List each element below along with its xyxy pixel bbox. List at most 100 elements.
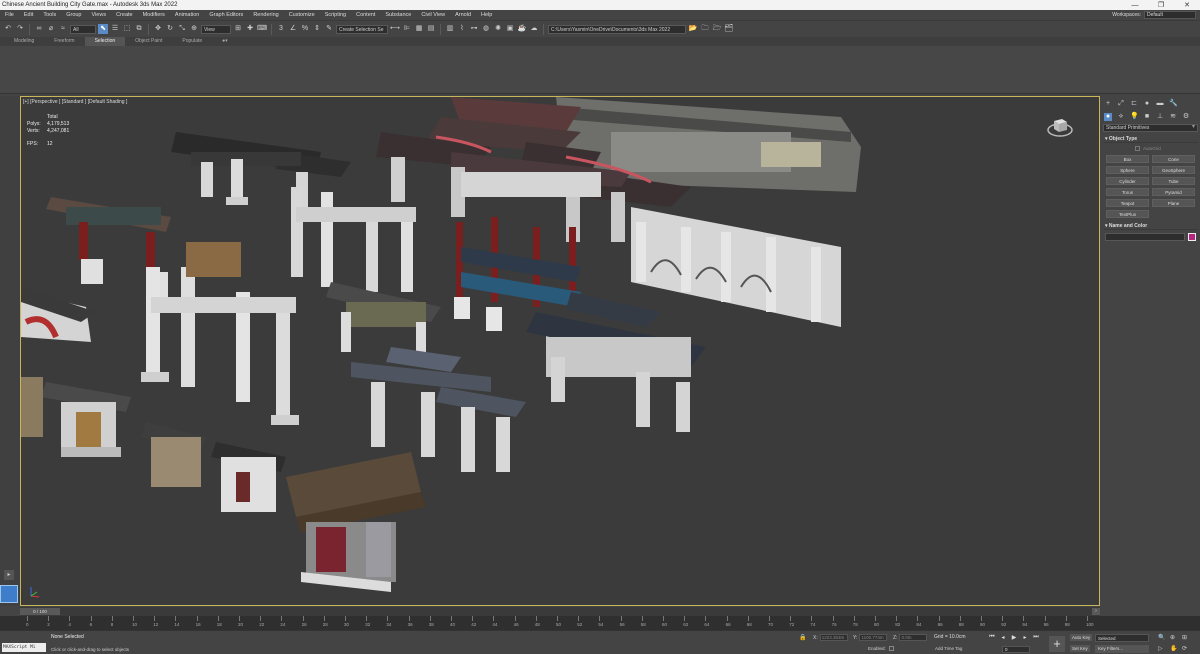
field-of-view-icon[interactable]: ▷ [1158, 645, 1163, 652]
close-button[interactable]: ✕ [1174, 1, 1200, 9]
current-frame-field[interactable]: 0 [1002, 646, 1030, 653]
pan-icon[interactable]: ✋ [1170, 645, 1177, 652]
rotate-icon[interactable]: ↻ [165, 24, 175, 34]
geosphere-button[interactable]: GeoSphere [1152, 166, 1195, 174]
object-name-field[interactable] [1105, 233, 1185, 241]
tab-freeform[interactable]: Freeform [44, 37, 84, 46]
select-by-name-icon[interactable]: ☰ [110, 24, 120, 34]
viewport-label[interactable]: [+] [Perspective ] [Standard ] [Default … [23, 99, 127, 105]
maximize-button[interactable]: ❐ [1148, 1, 1174, 9]
menu-graph-editors[interactable]: Graph Editors [204, 12, 248, 18]
tab-selection[interactable]: Selection [84, 37, 126, 46]
tube-button[interactable]: Tube [1152, 177, 1195, 185]
modify-panel-icon[interactable]: ⤢ [1117, 100, 1125, 108]
hierarchy-panel-icon[interactable]: ⊏ [1130, 100, 1138, 108]
systems-icon[interactable]: ⚙ [1182, 113, 1190, 121]
pyramid-button[interactable]: Pyramid [1152, 188, 1195, 196]
menu-content[interactable]: Content [351, 12, 380, 18]
y-field[interactable]: 1100.774m [859, 634, 888, 641]
x-field[interactable]: 1223.363m [819, 634, 848, 641]
enabled-checkbox[interactable] [888, 646, 894, 651]
key-filters-button[interactable]: Key Filters... [1095, 645, 1149, 653]
selection-lock-icon[interactable]: 🔒 [799, 634, 806, 641]
previous-frame-icon[interactable]: ◂ [999, 634, 1007, 641]
zoom-icon[interactable]: 🔍 [1158, 634, 1165, 641]
snaps-toggle-icon[interactable]: 3 [276, 24, 286, 34]
curve-editor-icon[interactable]: ⌇ [457, 24, 467, 34]
menu-substance[interactable]: Substance [380, 12, 416, 18]
autogrid-checkbox[interactable] [1135, 146, 1140, 151]
perspective-viewport[interactable]: [+] [Perspective ] [Standard ] [Default … [20, 96, 1100, 606]
scale-icon[interactable]: ⤡ [177, 24, 187, 34]
rectangular-selection-icon[interactable]: ⬚ [122, 24, 132, 34]
play-icon[interactable]: ▶ [1010, 634, 1018, 641]
selection-filter-dropdown[interactable]: All [70, 24, 96, 34]
tab-object-paint[interactable]: Object Paint [125, 37, 172, 46]
time-slider-thumb[interactable]: 0 / 100 [20, 608, 60, 615]
reference-coordinate-dropdown[interactable]: View [201, 24, 231, 34]
bind-spacewarp-icon[interactable]: ≈ [58, 24, 68, 34]
named-selection-sets-dropdown[interactable]: Create Selection Se [336, 24, 388, 34]
project-folder-path[interactable]: C:\Users\Yasmin\OneDrive\Documents\3ds M… [548, 24, 686, 34]
move-icon[interactable]: ✥ [153, 24, 163, 34]
sphere-button[interactable]: Sphere [1106, 166, 1149, 174]
next-frame-icon[interactable]: › [1092, 608, 1100, 615]
ribbon-options-icon[interactable]: ●▾ [212, 37, 238, 46]
unlink-icon[interactable]: ⌀ [46, 24, 56, 34]
layer-explorer-icon[interactable]: ▤ [426, 24, 436, 34]
menu-civil-view[interactable]: Civil View [416, 12, 450, 18]
track-bar[interactable]: 0 2 4 6 8 10 12 14 16 18 20 22 24 26 28 30 32 34 36 38 40 42 4… [0, 616, 1200, 630]
align-icon[interactable]: ⊫ [402, 24, 412, 34]
torus-button[interactable]: Torus [1106, 188, 1149, 196]
menu-help[interactable]: Help [476, 12, 497, 18]
menu-group[interactable]: Group [61, 12, 86, 18]
cone-button[interactable]: Cone [1152, 155, 1195, 163]
key-mode-icon[interactable]: + [1049, 636, 1065, 652]
teapot-button[interactable]: Teapot [1106, 199, 1149, 207]
set-key-button[interactable]: Set Key [1070, 645, 1090, 652]
helpers-icon[interactable]: ⊥ [1156, 113, 1164, 121]
object-color-swatch[interactable] [1188, 233, 1196, 241]
box-button[interactable]: Box [1106, 155, 1149, 163]
select-object-icon[interactable]: ⬉ [98, 24, 108, 34]
shapes-icon[interactable]: ⟡ [1117, 113, 1125, 121]
menu-file[interactable]: File [0, 12, 19, 18]
scene-explorer-icon[interactable]: ▦ [414, 24, 424, 34]
select-manipulate-icon[interactable]: ✚ [245, 24, 255, 34]
render-setup-icon[interactable]: ✺ [493, 24, 503, 34]
project-folder-icon[interactable]: 🗀 [700, 24, 710, 34]
viewcube-icon[interactable] [1047, 115, 1073, 139]
auto-key-button[interactable]: Auto Key [1070, 634, 1093, 641]
next-key-icon[interactable]: ▸ [1021, 634, 1029, 641]
menu-views[interactable]: Views [87, 12, 112, 18]
name-and-color-header[interactable]: ▾ Name and Color [1103, 222, 1198, 230]
time-slider[interactable]: 0 / 100 › [20, 607, 1100, 616]
plane-button[interactable]: Plane [1152, 199, 1195, 207]
expand-layouts-icon[interactable]: ▸ [4, 570, 14, 580]
mirror-icon[interactable]: ⟷ [390, 24, 400, 34]
object-type-header[interactable]: ▾ Object Type [1103, 135, 1198, 143]
window-crossing-icon[interactable]: ⧉ [134, 24, 144, 34]
menu-modifiers[interactable]: Modifiers [138, 12, 170, 18]
pivot-center-icon[interactable]: ⊞ [233, 24, 243, 34]
key-filter-selected-dropdown[interactable]: Selected [1095, 634, 1149, 642]
menu-rendering[interactable]: Rendering [248, 12, 283, 18]
orbit-icon[interactable]: ⟳ [1182, 645, 1187, 652]
render-in-cloud-icon[interactable]: ☁ [529, 24, 539, 34]
cameras-icon[interactable]: ■ [1143, 113, 1151, 121]
spacewarps-icon[interactable]: ≋ [1169, 113, 1177, 121]
material-editor-icon[interactable]: ◍ [481, 24, 491, 34]
render-production-icon[interactable]: ☕ [517, 24, 527, 34]
primitive-type-dropdown[interactable]: Standard Primitives [1103, 124, 1198, 132]
spinner-snap-icon[interactable]: ⇕ [312, 24, 322, 34]
ribbon-toggle-icon[interactable]: ▥ [445, 24, 455, 34]
schematic-view-icon[interactable]: ⊶ [469, 24, 479, 34]
create-panel-icon[interactable]: + [1104, 100, 1112, 108]
goto-start-icon[interactable]: ⏮ [988, 634, 996, 641]
open-folder-icon[interactable]: 📂 [688, 24, 698, 34]
display-panel-icon[interactable]: ▬ [1156, 100, 1164, 108]
textplus-button[interactable]: TextPlus [1106, 210, 1149, 218]
active-viewport-layout-tab[interactable] [0, 585, 18, 603]
utilities-panel-icon[interactable]: 🔧 [1169, 100, 1178, 108]
zoom-all-icon[interactable]: ⊕ [1170, 634, 1175, 641]
